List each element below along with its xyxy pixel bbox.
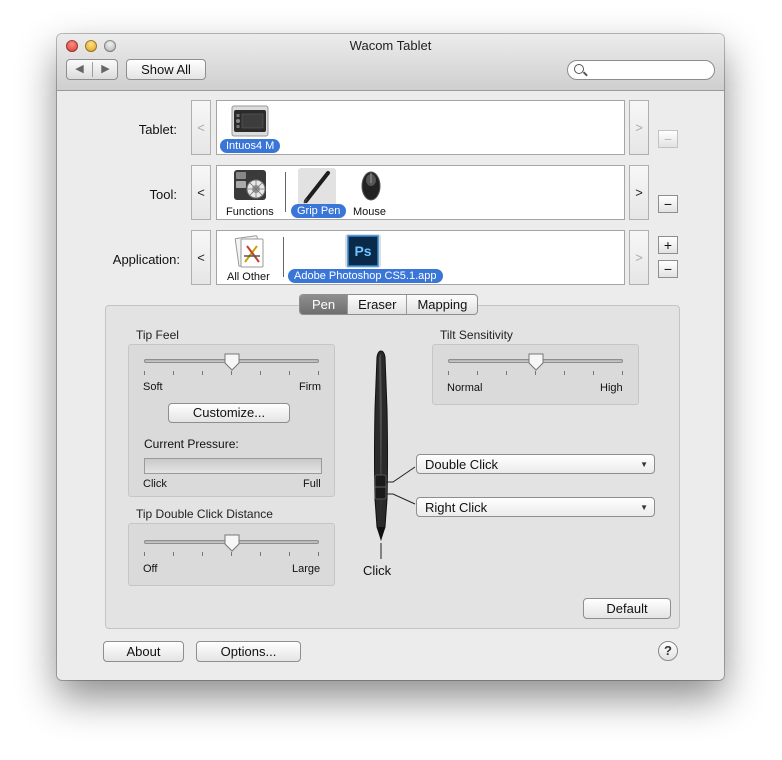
tip-feel-max-label: Firm [299,381,321,393]
tab-mapping[interactable]: Mapping [406,295,477,314]
pen-icon[interactable] [298,168,336,206]
upper-button-value: Double Click [425,457,498,472]
options-button[interactable]: Options... [196,641,301,662]
back-button[interactable]: ◀ [67,62,92,75]
search-field[interactable] [567,60,715,80]
tool-label: Tool: [149,187,177,202]
tablet-remove-button[interactable]: − [658,130,678,148]
slider-tick [318,552,319,556]
functions-icon[interactable] [233,169,267,201]
tip-feel-min-label: Soft [143,381,163,393]
window-title: Wacom Tablet [349,38,432,53]
tool-list: Functions Grip Pen Mouse [216,165,625,220]
slider-tick [231,552,232,556]
slider-tick [202,371,203,375]
about-button[interactable]: About [103,641,184,662]
tablet-item-selected[interactable]: Intuos4 M [220,139,281,153]
tool-item-selected[interactable]: Grip Pen [291,204,347,218]
slider-tick [231,371,232,375]
application-list: All Other Ps Adobe Photoshop CS5.1.app [216,230,625,285]
application-item-selected[interactable]: Adobe Photoshop CS5.1.app [288,269,443,283]
slider-tick [622,371,623,375]
slider-tick [564,371,565,375]
slider-tick [506,371,507,375]
photoshop-glyph: Ps [354,243,371,259]
tip-action-label: Click [363,563,392,578]
pressure-max-label: Full [303,478,321,490]
slider-thumb[interactable] [224,534,240,552]
tab-pen[interactable]: Pen [300,295,348,314]
tablet-list: Intuos4 M [216,100,625,155]
slider-thumb[interactable] [224,353,240,371]
application-next-button[interactable]: > [629,230,649,285]
slider-tick [260,552,261,556]
application-add-button[interactable]: + [658,236,678,254]
chevron-down-icon: ▼ [640,460,648,469]
slider-thumb[interactable] [528,353,544,371]
application-remove-button[interactable]: − [658,260,678,278]
show-all-button[interactable]: Show All [126,59,206,80]
slider-tick [144,371,145,375]
application-separator [283,237,284,277]
lower-button-value: Right Click [425,500,488,515]
pen-illustration [374,350,416,559]
upper-button-popup[interactable]: Double Click ▼ [416,454,655,474]
tool-next-button[interactable]: > [629,165,649,220]
slider-tick [477,371,478,375]
slider-tick [144,552,145,556]
title-bar: Wacom Tablet ◀ ▶ Show All [57,34,724,91]
tablet-next-button[interactable]: > [629,100,649,155]
search-icon [574,64,584,74]
tip-feel-slider[interactable] [144,353,319,377]
slider-tick [318,371,319,375]
tablet-label: Tablet: [138,122,177,137]
slider-tick [202,552,203,556]
tip-feel-title: Tip Feel [136,328,179,342]
tool-item-mouse[interactable]: Mouse [353,206,386,218]
slider-tick [289,371,290,375]
tool-prev-button[interactable]: < [191,165,211,220]
current-pressure-label: Current Pressure: [144,437,239,451]
tilt-max-label: High [600,382,623,394]
tool-separator [285,172,286,212]
mouse-icon[interactable] [360,170,382,202]
tab-eraser[interactable]: Eraser [347,295,406,314]
tool-item-functions[interactable]: Functions [226,206,274,218]
application-item-all-other[interactable]: All Other [227,271,270,283]
slider-tick [535,371,536,375]
back-forward-control: ◀ ▶ [66,59,118,80]
slider-tick [289,552,290,556]
slider-tick [448,371,449,375]
chevron-down-icon: ▼ [640,503,648,512]
pressure-min-label: Click [143,478,167,490]
slider-tick [173,371,174,375]
all-other-apps-icon[interactable] [233,234,267,268]
slider-tick [260,371,261,375]
default-button[interactable]: Default [583,598,671,619]
double-click-max-label: Large [292,563,321,575]
double-click-min-label: Off [143,563,158,575]
application-prev-button[interactable]: < [191,230,211,285]
tablet-icon[interactable] [231,105,269,137]
tilt-min-label: Normal [447,382,483,394]
customize-button[interactable]: Customize... [168,403,290,423]
tool-remove-button[interactable]: − [658,195,678,213]
tablet-prev-button[interactable]: < [191,100,211,155]
lower-button-popup[interactable]: Right Click ▼ [416,497,655,517]
double-click-distance-slider[interactable] [144,534,319,558]
settings-tabs: Pen Eraser Mapping [299,294,479,315]
current-pressure-bar [144,458,322,474]
help-icon[interactable]: ? [658,641,678,661]
search-input[interactable] [588,62,712,78]
photoshop-icon[interactable]: Ps [345,234,381,268]
double-click-distance-title: Tip Double Click Distance [136,507,273,521]
forward-button[interactable]: ▶ [93,62,118,75]
slider-tick [173,552,174,556]
slider-tick [593,371,594,375]
application-label: Application: [112,252,180,267]
preferences-window: Wacom Tablet ◀ ▶ Show All Tablet: < Intu… [57,34,724,680]
tilt-sensitivity-title: Tilt Sensitivity [440,328,513,342]
tilt-sensitivity-slider[interactable] [448,353,623,377]
